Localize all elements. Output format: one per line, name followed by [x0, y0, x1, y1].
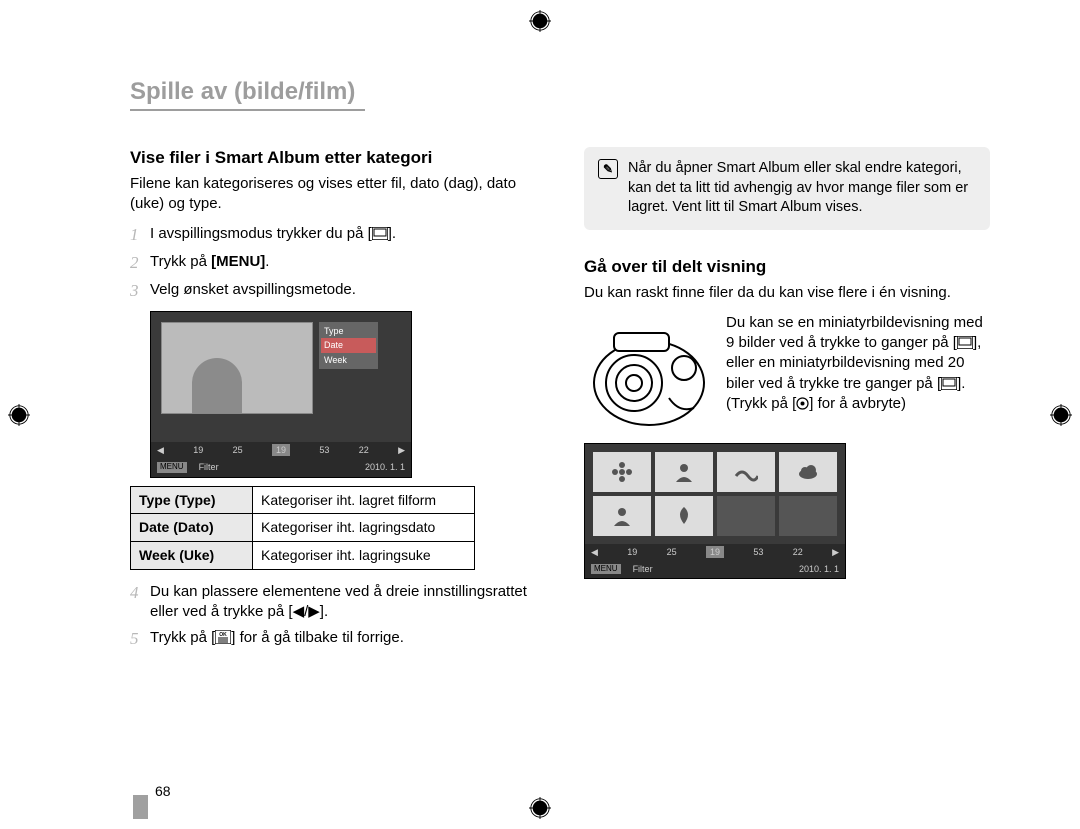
step-number: 5	[130, 628, 150, 651]
split-view-text: Du kan se en miniatyrbildevisning med 9 …	[726, 313, 990, 433]
right-column: ✎ Når du åpner Smart Album eller skal en…	[584, 147, 990, 656]
thumbnail-icon	[372, 227, 388, 240]
registration-mark-icon	[1050, 404, 1072, 426]
registration-mark-icon	[529, 10, 551, 32]
section-title: Vise filer i Smart Album etter kategori	[130, 147, 536, 170]
svg-text:OK: OK	[220, 632, 228, 638]
step-text: I avspillingsmodus trykker du på [].	[150, 224, 536, 244]
camera-illustration	[584, 313, 714, 433]
note-text: Når du åpner Smart Album eller skal endr…	[628, 159, 976, 218]
record-dot-icon	[796, 397, 809, 410]
step-number: 1	[130, 224, 150, 247]
person-icon	[672, 460, 696, 484]
registration-mark-icon	[529, 797, 551, 819]
leaf-icon	[672, 504, 696, 528]
wave-icon	[734, 460, 758, 484]
flower-icon	[610, 460, 634, 484]
step-number: 3	[130, 280, 150, 303]
page-tab	[133, 795, 148, 819]
section-title: Gå over til delt visning	[584, 256, 990, 279]
thumbnail-icon	[957, 336, 973, 349]
step-text: Velg ønsket avspillingsmetode.	[150, 280, 536, 300]
intro-text: Filene kan kategoriseres og vises etter …	[130, 174, 536, 215]
menu-popup: Type Date Week	[319, 322, 378, 368]
note-box: ✎ Når du åpner Smart Album eller skal en…	[584, 147, 990, 230]
step-text: Du kan plassere elementene ved å dreie i…	[150, 582, 536, 623]
chapter-title: Spille av (bilde/film)	[130, 78, 365, 111]
left-column: Vise filer i Smart Album etter kategori …	[130, 147, 536, 656]
person-icon	[610, 504, 634, 528]
options-table: Type (Type)Kategoriser iht. lagret filfo…	[130, 486, 475, 571]
step-number: 4	[130, 582, 150, 605]
thumbnail-screen-illustration: ◀ 19 25 19 53 22 ▶ MENU Filter 2010. 1. …	[584, 443, 846, 579]
intro-text: Du kan raskt finne filer da du kan vise …	[584, 283, 990, 303]
camera-screen-illustration: Type Date Week ◀ 19 25 19 53 22 ▶ MENU	[150, 311, 412, 477]
step-text: Trykk på [OK] for å gå tilbake til forri…	[150, 628, 536, 648]
registration-mark-icon	[8, 404, 30, 426]
thumbnail-icon	[941, 377, 957, 390]
note-icon: ✎	[598, 159, 618, 179]
step-text: Trykk på [MENU].	[150, 252, 536, 272]
cloud-icon	[796, 460, 820, 484]
step-number: 2	[130, 252, 150, 275]
page-number: 68	[155, 783, 171, 799]
ok-menu-icon: OK	[215, 630, 231, 644]
